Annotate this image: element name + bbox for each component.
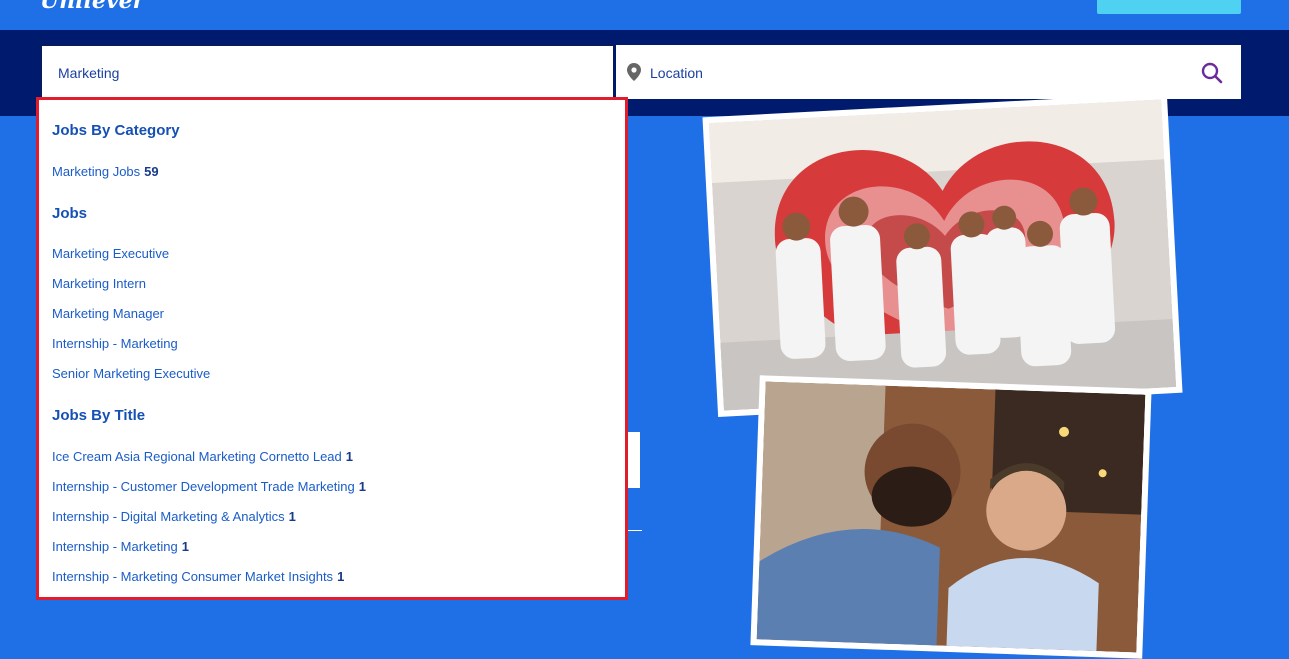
job-suggestion-item[interactable]: Marketing Manager: [52, 306, 164, 321]
jobs-by-category-heading: Jobs By Category: [52, 122, 180, 139]
team-photo: [702, 93, 1183, 417]
unilever-logo[interactable]: Unilever: [40, 0, 144, 14]
job-suggestion-item[interactable]: Marketing Executive: [52, 246, 169, 261]
selfie-photo: [750, 375, 1152, 659]
top-navigation-bar: Unilever: [0, 0, 1289, 30]
title-label: Internship - Marketing: [52, 539, 178, 554]
title-label: Internship - Digital Marketing & Analyti…: [52, 509, 285, 524]
title-count: 1: [345, 449, 353, 464]
title-label: Internship - Customer Development Trade …: [52, 479, 355, 494]
job-suggestion-item[interactable]: Internship - Marketing: [52, 336, 178, 351]
search-icon[interactable]: [1200, 61, 1224, 85]
job-suggestion-item[interactable]: Senior Marketing Executive: [52, 366, 210, 381]
title-label: Ice Cream Asia Regional Marketing Cornet…: [52, 449, 342, 464]
jobs-by-title-heading: Jobs By Title: [52, 407, 146, 424]
title-count: 1: [288, 509, 296, 524]
title-suggestion-item[interactable]: Internship - Digital Marketing & Analyti…: [52, 509, 296, 524]
title-count: 1: [358, 479, 366, 494]
top-action-button[interactable]: [1097, 0, 1241, 14]
job-suggestion-item[interactable]: Marketing Intern: [52, 276, 146, 291]
map-pin-icon: [627, 63, 641, 81]
title-count: 1: [181, 539, 189, 554]
title-suggestion-item[interactable]: Internship - Marketing 1: [52, 539, 189, 554]
title-suggestion-item[interactable]: Internship - Marketing Consumer Market I…: [52, 569, 344, 584]
location-search-field[interactable]: [616, 45, 1241, 101]
category-label: Marketing Jobs: [52, 164, 141, 179]
keyword-search-field[interactable]: [41, 45, 614, 100]
title-suggestion-item[interactable]: Ice Cream Asia Regional Marketing Cornet…: [52, 449, 353, 464]
keyword-input[interactable]: [56, 46, 600, 100]
category-suggestion-item[interactable]: Marketing Jobs 59: [52, 164, 159, 179]
jobs-heading: Jobs: [52, 205, 88, 222]
location-input[interactable]: [648, 45, 1172, 101]
title-suggestion-item[interactable]: Internship - Customer Development Trade …: [52, 479, 366, 494]
category-count: 59: [144, 164, 159, 179]
search-suggestions-dropdown: Jobs By Category Marketing Jobs 59 Jobs M…: [36, 97, 628, 600]
title-label: Internship - Marketing Consumer Market I…: [52, 569, 334, 584]
title-count: 1: [337, 569, 345, 584]
